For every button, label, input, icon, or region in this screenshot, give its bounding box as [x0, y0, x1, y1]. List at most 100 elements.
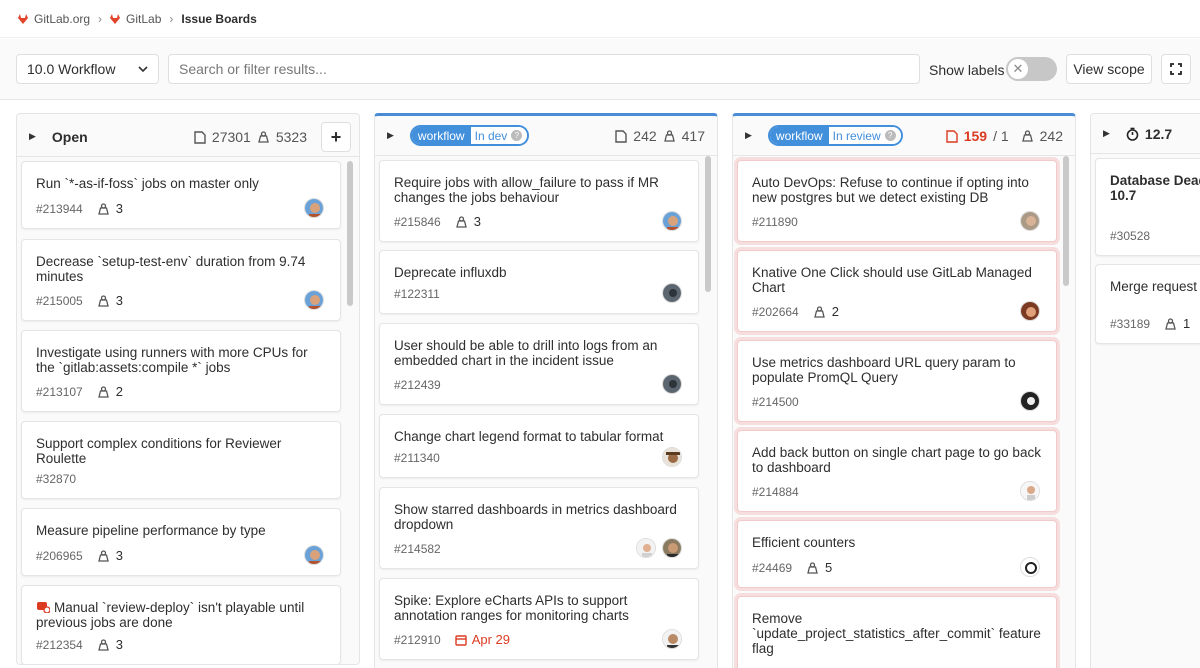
board-toolbar: 10.0 Workflow Show labels ✕ View scope	[0, 39, 1200, 100]
issue-title[interactable]: Manual `review-deploy` isn't playable un…	[36, 600, 326, 630]
issue-card[interactable]: User should be able to drill into logs f…	[379, 323, 699, 405]
breadcrumb-label[interactable]: GitLab	[126, 12, 161, 26]
board-list-in-review: ▶ workflow In review? 159 / 1 242 Auto D…	[732, 113, 1076, 668]
board-switcher-dropdown[interactable]: 10.0 Workflow	[16, 54, 159, 84]
issue-card[interactable]: Spike: Explore eCharts APIs to support a…	[379, 578, 699, 660]
assignee-avatar[interactable]	[304, 545, 324, 565]
view-scope-button[interactable]: View scope	[1066, 54, 1152, 84]
scrollbar[interactable]	[705, 156, 711, 292]
issue-card[interactable]: Support complex conditions for Reviewer …	[21, 421, 341, 499]
issue-ref: #213107	[36, 384, 83, 399]
issue-card[interactable]: Require jobs with allow_failure to pass …	[379, 160, 699, 242]
issue-card[interactable]: Database Dead UpdateMergeRe Postgres 10.…	[1095, 158, 1200, 256]
issues-icon	[194, 130, 206, 144]
assignee-avatar[interactable]	[1020, 557, 1040, 577]
assignee-avatar[interactable]	[662, 283, 682, 303]
show-labels-toggle[interactable]: ✕	[1006, 57, 1057, 81]
issue-title[interactable]: Measure pipeline performance by type	[36, 523, 326, 538]
issue-card[interactable]: Auto DevOps: Refuse to continue if optin…	[737, 160, 1057, 242]
breadcrumb-gitlab[interactable]: GitLab	[110, 12, 161, 26]
issue-card[interactable]: Show starred dashboards in metrics dashb…	[379, 487, 699, 569]
issue-card[interactable]: Use metrics dashboard URL query param to…	[737, 340, 1057, 422]
weight-icon	[97, 385, 109, 398]
assignee-avatar[interactable]	[662, 211, 682, 231]
caret-right-icon[interactable]: ▶	[1103, 128, 1110, 139]
label-value: In review?	[828, 127, 901, 144]
caret-right-icon[interactable]: ▶	[29, 131, 36, 142]
issue-title[interactable]: Efficient counters	[752, 535, 1042, 550]
issue-title[interactable]: Database Dead UpdateMergeRe Postgres 10.…	[1110, 173, 1200, 203]
assignee-avatar[interactable]	[662, 447, 682, 467]
weight-icon	[1021, 130, 1033, 142]
assignee-avatar[interactable]	[1020, 481, 1040, 501]
assignee-avatar[interactable]	[662, 538, 682, 558]
search-input[interactable]	[168, 54, 920, 84]
issue-card[interactable]: Manual `review-deploy` isn't playable un…	[21, 585, 341, 664]
weight-icon	[813, 305, 825, 318]
breadcrumb-gitlab-org[interactable]: GitLab.org	[18, 12, 90, 26]
board-list-milestone: ▶ 12.7 Database Dead UpdateMergeRe Postg…	[1090, 113, 1200, 668]
issue-card[interactable]: Measure pipeline performance by type #20…	[21, 508, 341, 576]
issue-title[interactable]: Decrease `setup-test-env` duration from …	[36, 254, 326, 284]
issue-card[interactable]: Add back button on single chart page to …	[737, 430, 1057, 512]
breadcrumb-label[interactable]: GitLab.org	[34, 12, 90, 26]
assignee-avatar[interactable]	[1020, 391, 1040, 411]
issue-title[interactable]: Deprecate influxdb	[394, 265, 684, 280]
weight-value: 1	[1183, 316, 1191, 331]
scrollbar[interactable]	[1063, 156, 1069, 286]
caret-right-icon[interactable]: ▶	[387, 130, 394, 141]
weight-value: 3	[115, 293, 123, 308]
issue-title[interactable]: Merge request is 5 or more dig	[1110, 279, 1200, 294]
issue-title[interactable]: Show starred dashboards in metrics dashb…	[394, 502, 684, 532]
assignee-avatar[interactable]	[304, 198, 324, 218]
question-icon[interactable]: ?	[511, 130, 523, 141]
issue-card[interactable]: Investigate using runners with more CPUs…	[21, 330, 341, 412]
issue-card[interactable]: Change chart legend format to tabular fo…	[379, 414, 699, 478]
issue-title[interactable]: Support complex conditions for Reviewer …	[36, 436, 326, 466]
issue-title[interactable]: Investigate using runners with more CPUs…	[36, 345, 326, 375]
issue-title[interactable]: Remove `update_project_statistics_after_…	[752, 611, 1042, 656]
board-list-in-dev: ▶ workflow In dev? 242 417 Require jobs …	[374, 113, 718, 668]
issue-card[interactable]: Run `*-as-if-foss` jobs on master only #…	[21, 161, 341, 229]
issue-card[interactable]: Merge request is 5 or more dig #33189 1	[1095, 264, 1200, 344]
issues-icon	[615, 129, 627, 143]
assignee-avatar[interactable]	[662, 629, 682, 649]
scrollbar[interactable]	[347, 161, 353, 306]
issue-ref: #214582	[394, 542, 441, 556]
label-scope: workflow	[769, 127, 829, 144]
issue-card[interactable]: Deprecate influxdb #122311	[379, 250, 699, 314]
issue-title[interactable]: Run `*-as-if-foss` jobs on master only	[36, 176, 326, 191]
issue-title[interactable]: Spike: Explore eCharts APIs to support a…	[394, 593, 684, 623]
issue-weight: 3	[97, 201, 123, 216]
issue-card[interactable]: Remove `update_project_statistics_after_…	[737, 596, 1057, 668]
caret-right-icon[interactable]: ▶	[745, 130, 752, 141]
issue-card[interactable]: Decrease `setup-test-env` duration from …	[21, 239, 341, 321]
issue-ref: #215846	[394, 214, 441, 229]
issue-card[interactable]: Knative One Click should use GitLab Mana…	[737, 250, 1057, 332]
issue-title[interactable]: Use metrics dashboard URL query param to…	[752, 355, 1042, 385]
issue-title[interactable]: Auto DevOps: Refuse to continue if optin…	[752, 175, 1042, 205]
assignee-avatar[interactable]	[662, 374, 682, 394]
issue-title-text[interactable]: Manual `review-deploy` isn't playable un…	[36, 600, 304, 630]
assignee-avatar[interactable]	[1020, 211, 1040, 231]
fullscreen-button[interactable]	[1161, 54, 1191, 84]
issue-ref: #30528	[1110, 229, 1151, 243]
scoped-label[interactable]: workflow In dev?	[409, 125, 530, 146]
issue-title[interactable]: Knative One Click should use GitLab Mana…	[752, 265, 1042, 295]
scoped-label[interactable]: workflow In review?	[767, 125, 903, 146]
issue-title[interactable]: Require jobs with allow_failure to pass …	[394, 175, 684, 205]
assignee-avatar[interactable]	[636, 538, 656, 558]
chevron-right-icon: ›	[169, 11, 174, 26]
issue-ref: #33189	[1110, 316, 1151, 331]
issue-title[interactable]: Change chart legend format to tabular fo…	[394, 429, 684, 444]
assignee-avatar[interactable]	[1020, 301, 1040, 321]
issue-title[interactable]: Add back button on single chart page to …	[752, 445, 1042, 475]
close-icon: ✕	[1008, 59, 1028, 79]
add-issue-button[interactable]: +	[321, 122, 351, 152]
weight-icon	[258, 131, 269, 143]
assignee-avatar[interactable]	[304, 290, 324, 310]
issue-card[interactable]: Efficient counters #24469 5	[737, 520, 1057, 588]
breadcrumb-current[interactable]: Issue Boards	[181, 12, 256, 26]
issue-title[interactable]: User should be able to drill into logs f…	[394, 338, 684, 368]
question-icon[interactable]: ?	[884, 130, 896, 141]
